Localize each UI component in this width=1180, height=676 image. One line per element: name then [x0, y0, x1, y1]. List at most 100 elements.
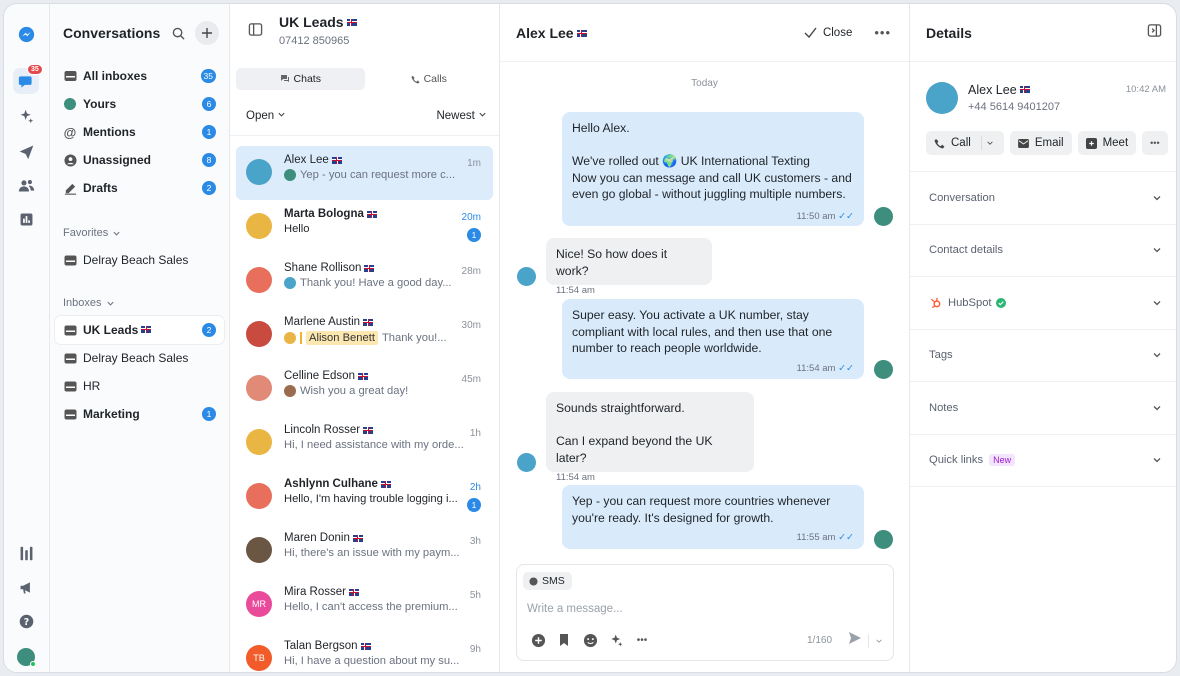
svg-text:?: ? [23, 616, 28, 627]
favorites-section-toggle[interactable]: Favorites [50, 220, 229, 246]
inbox-delray-beach-sales[interactable]: Delray Beach Sales [55, 344, 224, 372]
inbox-hr[interactable]: HR [55, 372, 224, 400]
reports-icon[interactable] [13, 206, 39, 232]
more-options-icon[interactable]: ••• [874, 25, 891, 40]
inbox-chat-icon[interactable]: 35 [13, 64, 43, 94]
nav-mentions[interactable]: @ Mentions 1 [55, 118, 224, 146]
search-icon[interactable] [169, 24, 187, 42]
contact-avatar [517, 267, 536, 286]
uk-flag-icon [352, 534, 363, 542]
conversation-item[interactable]: Marta Bologna 20m Hello 1 [236, 200, 493, 254]
conversation-name: Ashlynn Culhane [284, 478, 378, 490]
chevron-down-icon [1153, 458, 1161, 463]
uk-flag-icon [1019, 86, 1030, 93]
conversation-item[interactable]: TB Talan Bergson 9h Hi, I have a questio… [236, 632, 493, 672]
collapse-panel-icon[interactable] [1147, 23, 1162, 43]
section-hubspot[interactable]: HubSpot [910, 277, 1176, 330]
send-icon[interactable] [848, 631, 862, 650]
message-time: 11:54 am [796, 362, 836, 374]
conversation-item[interactable]: Alex Lee 1m Yep - you can request more c… [236, 146, 493, 200]
calendar-plus-icon [1085, 137, 1097, 149]
favorite-delray-beach-sales[interactable]: Delray Beach Sales [55, 246, 224, 274]
nav-unassigned[interactable]: Unassigned 8 [55, 146, 224, 174]
send-campaign-icon[interactable] [13, 138, 39, 164]
contact-avatar [246, 483, 272, 509]
send-options-chevron-icon[interactable] [875, 632, 883, 650]
section-quick-links[interactable]: Quick links New [910, 435, 1176, 487]
inbox-marketing[interactable]: Marketing 1 [55, 400, 224, 428]
contact-avatar: MR [246, 591, 272, 617]
agent-avatar [874, 360, 893, 379]
conversation-item[interactable]: Shane Rollison 28m Thank you! Have a goo… [236, 254, 493, 308]
conversation-name: Celline Edson [284, 370, 355, 382]
message-line: We've rolled out 🌍 UK International Text… [572, 154, 810, 168]
conversation-item[interactable]: Ashlynn Culhane 2h Hello, I'm having tro… [236, 470, 493, 524]
conversation-name: Marta Bologna [284, 208, 364, 220]
messenger-logo-icon[interactable] [13, 21, 39, 47]
more-tools-icon[interactable]: ••• [633, 631, 651, 649]
status-filter-dropdown[interactable]: Open [246, 110, 436, 122]
inbox-icon [63, 323, 77, 337]
call-button[interactable]: Call [926, 131, 1004, 155]
section-label: HubSpot [948, 296, 992, 309]
conversation-preview: Thank you!... [381, 332, 447, 344]
sidebar-toggle-icon[interactable] [248, 22, 263, 62]
message-composer: SMS Write a message... ••• 1/160 [516, 564, 894, 661]
check-icon [804, 27, 817, 38]
inboxes-section-toggle[interactable]: Inboxes [50, 290, 229, 316]
count-badge: 2 [202, 181, 216, 195]
megaphone-icon[interactable] [13, 574, 39, 600]
message-input[interactable]: Write a message... [527, 603, 623, 615]
message-line: Hello Alex. [572, 121, 630, 135]
conversation-item[interactable]: Marlene Austin 30m Alison Benett Thank yo… [236, 308, 493, 362]
inbox-uk-leads[interactable]: UK Leads 2 [55, 316, 224, 344]
channel-selector[interactable]: SMS [523, 572, 572, 590]
help-icon[interactable]: ? [13, 608, 39, 634]
section-tags[interactable]: Tags [910, 330, 1176, 382]
ai-sparkle-icon[interactable] [13, 103, 39, 129]
ai-assist-icon[interactable] [607, 631, 625, 649]
nav-label: Delray Beach Sales [83, 351, 189, 365]
conversation-item[interactable]: Celline Edson 45m Wish you a great day! [236, 362, 493, 416]
conversation-item[interactable]: MR Mira Rosser 5h Hello, I can't access … [236, 578, 493, 632]
inbox-icon [63, 379, 77, 393]
contacts-icon[interactable] [13, 172, 39, 198]
user-avatar[interactable] [13, 644, 39, 670]
sort-dropdown[interactable]: Newest [436, 110, 487, 122]
section-contact-details[interactable]: Contact details [910, 225, 1176, 277]
section-label: Notes [929, 401, 959, 414]
sidebar: Conversations All inboxes 35 Yours 6 @ M… [50, 4, 230, 672]
conversation-item[interactable]: Maren Donin 3h Hi, there's an issue with… [236, 524, 493, 578]
tab-chats[interactable]: Chats [236, 68, 365, 90]
mention-tag: Alison Benett [306, 331, 378, 345]
nav-drafts[interactable]: Drafts 2 [55, 174, 224, 202]
chevron-down-icon [106, 301, 114, 306]
conversation-name: Maren Donin [284, 532, 350, 544]
integrations-icon[interactable] [13, 540, 39, 566]
nav-all-inboxes[interactable]: All inboxes 35 [55, 62, 224, 90]
tab-calls[interactable]: Calls [365, 68, 494, 90]
meet-button[interactable]: Meet [1077, 131, 1137, 155]
saved-replies-icon[interactable] [555, 631, 573, 649]
message-time: 11:55 am [796, 532, 836, 543]
details-panel: Details Alex Lee +44 5614 9401207 10:42 … [910, 4, 1176, 672]
add-attachment-icon[interactable] [529, 631, 547, 649]
conversation-item[interactable]: Lincoln Rosser 1h Hi, I need assistance … [236, 416, 493, 470]
new-conversation-button[interactable] [195, 21, 219, 45]
count-badge: 35 [200, 69, 216, 83]
favorites-label: Favorites [63, 227, 109, 239]
uk-flag-icon [363, 318, 374, 326]
app-rail: 35 ? [4, 4, 50, 672]
email-button[interactable]: Email [1009, 131, 1072, 155]
nav-yours[interactable]: Yours 6 [55, 90, 224, 118]
uk-flag-icon [364, 264, 375, 272]
more-actions-button[interactable]: ••• [1142, 131, 1168, 155]
close-conversation-button[interactable]: Close [804, 27, 852, 39]
chevron-down-icon[interactable] [986, 139, 994, 147]
message-line: compliant with local rules, and then use… [572, 324, 833, 339]
emoji-icon[interactable] [581, 631, 599, 649]
contact-avatar [246, 213, 272, 239]
section-conversation[interactable]: Conversation [910, 172, 1176, 225]
section-notes[interactable]: Notes [910, 382, 1176, 435]
message-time: 11:50 am [796, 210, 836, 222]
